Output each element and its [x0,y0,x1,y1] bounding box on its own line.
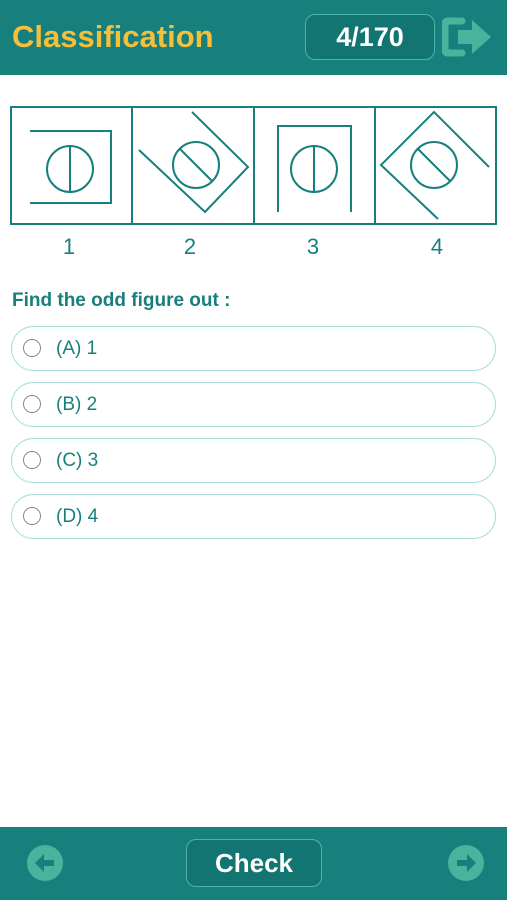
option-label: (D) 4 [56,506,99,527]
question-counter: 4/170 [305,14,435,60]
option-a[interactable]: (A) 1 [11,326,496,371]
radio-icon[interactable] [23,451,41,469]
bottom-bar: Check [0,827,507,900]
figure-3 [277,125,352,212]
radio-icon[interactable] [23,339,41,357]
figure-label-2: 2 [183,234,197,259]
option-b[interactable]: (B) 2 [11,382,496,427]
page-title: Classification [12,19,214,54]
option-c[interactable]: (C) 3 [11,438,496,483]
figure-1 [30,130,112,204]
arrow-right-icon [457,854,476,872]
previous-button[interactable] [27,845,63,881]
figure-label-4: 4 [430,234,444,259]
option-label: (C) 3 [56,450,99,471]
figure-label-1: 1 [62,234,76,259]
figure-2 [138,111,250,214]
top-bar: Classification 4/170 [0,0,507,75]
option-d[interactable]: (D) 4 [11,494,496,539]
exit-button[interactable] [442,14,494,60]
question-prompt: Find the odd figure out : [12,290,231,311]
radio-icon[interactable] [23,395,41,413]
check-button[interactable]: Check [186,839,322,887]
radio-icon[interactable] [23,507,41,525]
arrow-left-icon [35,854,54,872]
figure-4 [379,110,490,220]
exit-arrow-icon [442,17,491,57]
figure-strip [10,106,497,225]
next-button[interactable] [448,845,484,881]
figure-label-3: 3 [306,234,320,259]
option-label: (A) 1 [56,338,98,359]
option-label: (B) 2 [56,394,98,415]
